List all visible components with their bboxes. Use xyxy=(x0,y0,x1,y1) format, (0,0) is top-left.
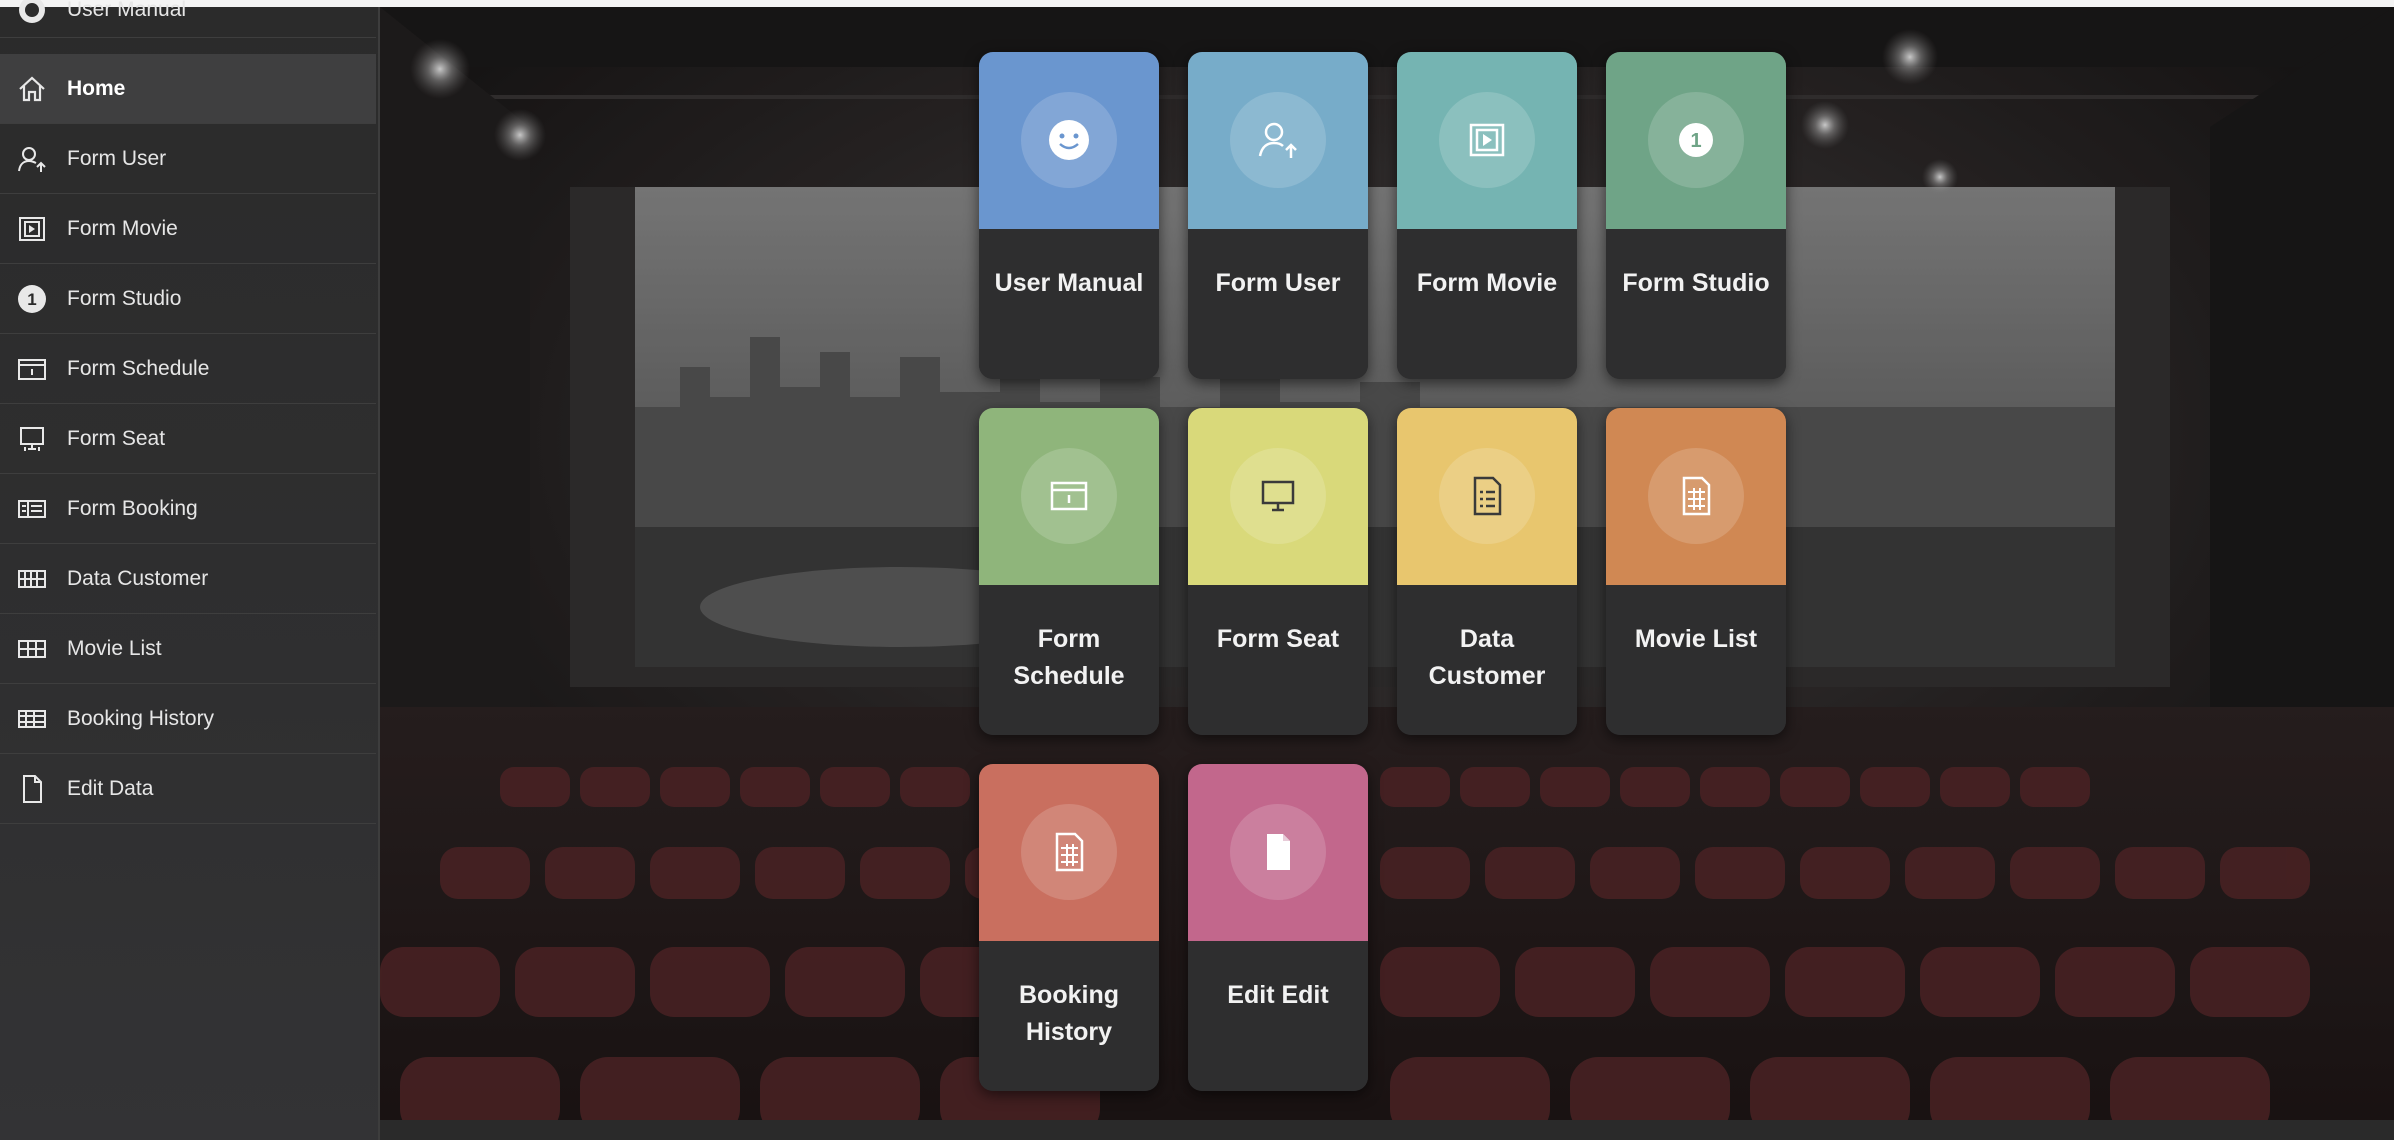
tile-user-manual[interactable]: User Manual xyxy=(979,52,1159,379)
tile-booking-history[interactable]: Booking History xyxy=(979,764,1159,1091)
cinema-background-image xyxy=(380,7,2394,1140)
tile-movie-list[interactable]: Movie List xyxy=(1606,408,1786,735)
sidebar-item-form-studio[interactable]: 1 Form Studio xyxy=(0,264,376,334)
tile-form-seat[interactable]: Form Seat xyxy=(1188,408,1368,735)
sidebar-item-label: Edit Data xyxy=(67,776,154,800)
number-one-icon: 1 xyxy=(1648,92,1744,188)
tile-form-studio[interactable]: 1 Form Studio xyxy=(1606,52,1786,379)
sidebar-item-label: Form Booking xyxy=(67,496,198,520)
bottom-strip xyxy=(380,1120,2394,1140)
sidebar-item-form-seat[interactable]: Form Seat xyxy=(0,404,376,474)
smiley-icon xyxy=(1021,92,1117,188)
sidebar-item-user-manual[interactable]: User Manual xyxy=(0,0,376,38)
tile-label: Booking History xyxy=(1019,981,1119,1046)
document-icon xyxy=(15,772,49,806)
grid-data-icon xyxy=(15,562,49,596)
sidebar-item-form-user[interactable]: Form User xyxy=(0,124,376,194)
sidebar-item-label: Form Movie xyxy=(67,216,178,240)
checklist-icon xyxy=(1439,448,1535,544)
sidebar-item-label: Home xyxy=(67,76,126,100)
sidebar-item-label: Movie List xyxy=(67,636,162,660)
tile-label: Form Movie xyxy=(1416,269,1558,297)
tile-label: Form Schedule xyxy=(1013,625,1125,690)
sidebar-item-booking-history[interactable]: Booking History xyxy=(0,684,376,754)
studio-badge-text: 1 xyxy=(27,290,36,309)
sidebar: User Manual Home Form User Form Movie 1 … xyxy=(0,0,380,1140)
sidebar-item-form-movie[interactable]: Form Movie xyxy=(0,194,376,264)
tile-label: Data Customer xyxy=(1428,625,1546,690)
monitor-icon xyxy=(15,422,49,456)
tile-form-user[interactable]: Form User xyxy=(1188,52,1368,379)
sidebar-item-edit-data[interactable]: Edit Data xyxy=(0,754,376,824)
tile-data-customer[interactable]: Data Customer xyxy=(1397,408,1577,735)
sidebar-item-label: Form Seat xyxy=(67,426,166,450)
main-area xyxy=(380,7,2394,1140)
spreadsheet-icon xyxy=(1648,448,1744,544)
user-add-icon xyxy=(1230,92,1326,188)
sidebar-item-form-schedule[interactable]: Form Schedule xyxy=(0,334,376,404)
schedule-icon xyxy=(15,352,49,386)
spreadsheet-icon xyxy=(1021,804,1117,900)
tile-label: Form Seat xyxy=(1216,625,1340,653)
sidebar-item-label: Form Schedule xyxy=(67,356,210,380)
history-grid-icon xyxy=(15,702,49,736)
monitor-icon xyxy=(1230,448,1326,544)
tile-form-schedule[interactable]: Form Schedule xyxy=(979,408,1159,735)
tile-label: Form Studio xyxy=(1622,269,1770,297)
list-grid-icon xyxy=(15,632,49,666)
sidebar-item-label: Data Customer xyxy=(67,566,209,590)
movie-icon xyxy=(15,212,49,246)
sidebar-item-label: Booking History xyxy=(67,706,215,730)
tile-label: Form User xyxy=(1215,269,1341,297)
number-one-icon: 1 xyxy=(15,282,49,316)
tile-label: Movie List xyxy=(1634,625,1758,653)
sidebar-item-label: User Manual xyxy=(67,0,187,21)
schedule-icon xyxy=(1021,448,1117,544)
tile-label: User Manual xyxy=(994,269,1144,297)
sidebar-item-label: Form Studio xyxy=(67,286,182,310)
sidebar-item-movie-list[interactable]: Movie List xyxy=(0,614,376,684)
tile-label: Edit Edit xyxy=(1227,981,1329,1009)
user-add-icon xyxy=(15,142,49,176)
tile-edit-edit[interactable]: Edit Edit xyxy=(1188,764,1368,1091)
user-manual-icon xyxy=(15,0,49,27)
movie-icon xyxy=(1439,92,1535,188)
sidebar-item-data-customer[interactable]: Data Customer xyxy=(0,544,376,614)
sidebar-item-form-booking[interactable]: Form Booking xyxy=(0,474,376,544)
sidebar-item-label: Form User xyxy=(67,146,167,170)
home-icon xyxy=(15,72,49,106)
ticket-icon xyxy=(15,492,49,526)
studio-tile-badge-text: 1 xyxy=(1690,130,1701,152)
document-icon xyxy=(1230,804,1326,900)
tile-form-movie[interactable]: Form Movie xyxy=(1397,52,1577,379)
sidebar-item-home[interactable]: Home xyxy=(0,54,376,124)
